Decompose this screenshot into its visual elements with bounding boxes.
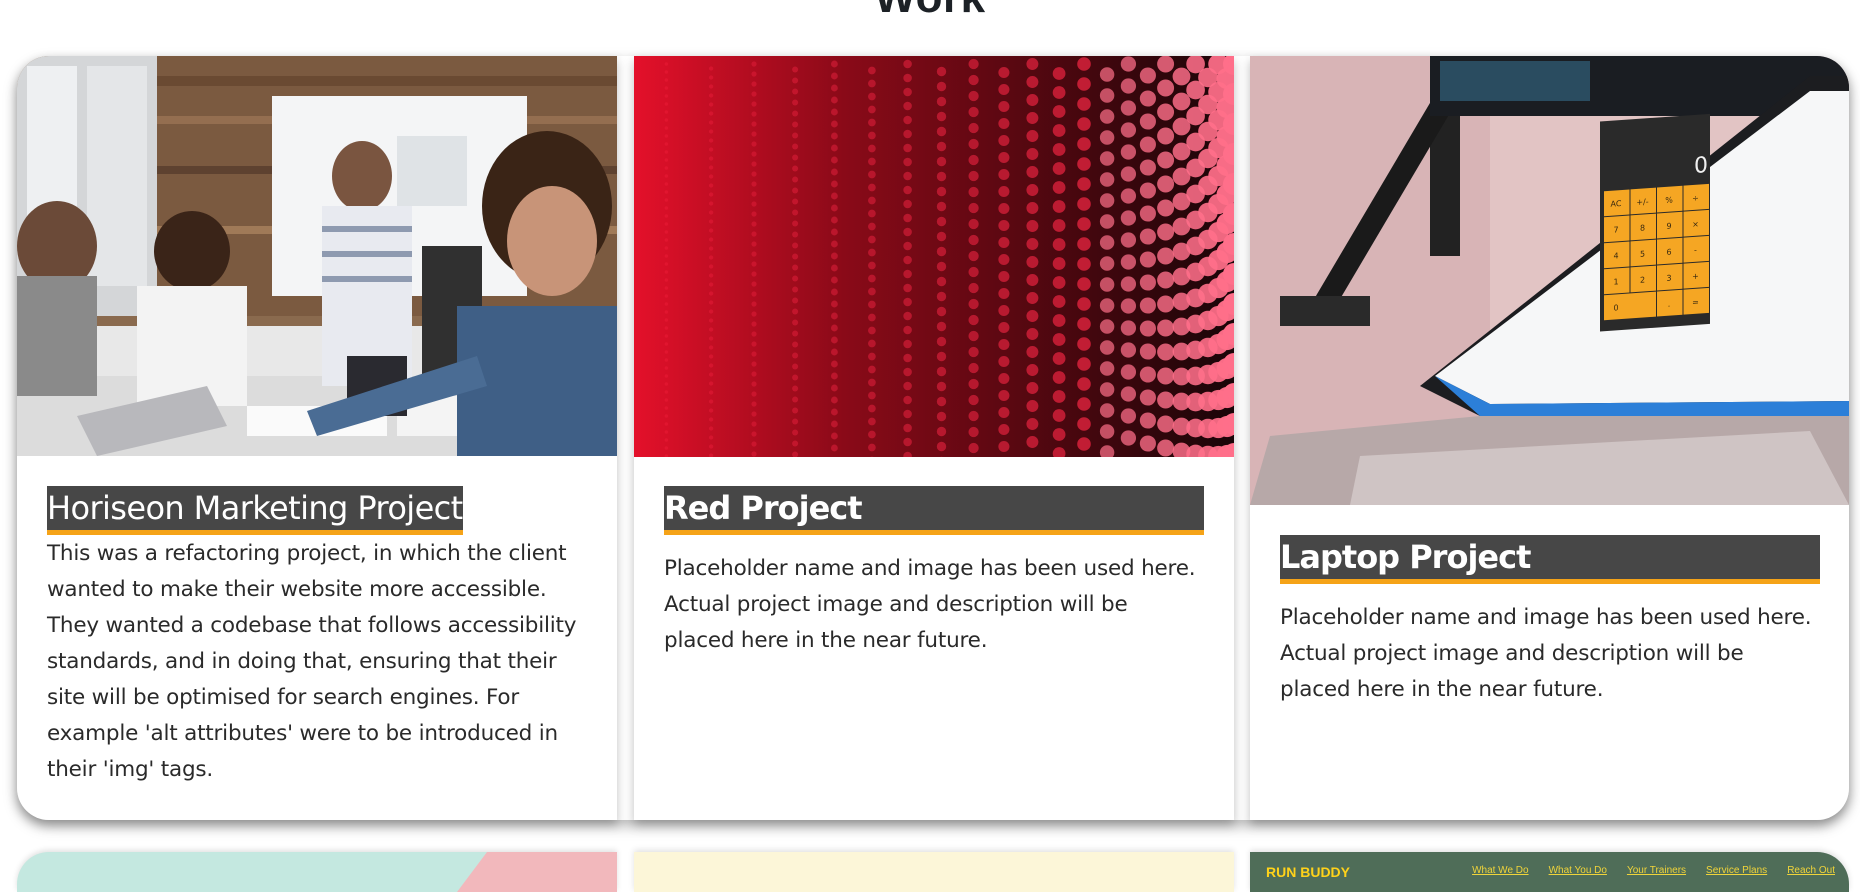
calculator-key-label: AC	[1611, 199, 1622, 209]
calculator-key-label: 0	[1613, 303, 1618, 312]
calculator-key-label: -	[1694, 246, 1697, 255]
project-card-horiseon[interactable]: Horiseon Marketing Project This was a re…	[17, 56, 617, 820]
calculator-key-label: 9	[1666, 222, 1671, 231]
run-buddy-nav-item: What We Do	[1472, 865, 1529, 876]
calculator-key-label: 1	[1613, 277, 1618, 286]
run-buddy-nav-item: Reach Out	[1787, 865, 1835, 876]
run-buddy-nav-item: Your Trainers	[1627, 865, 1686, 876]
calculator-key-label: 6	[1666, 248, 1671, 257]
section-title: Work	[0, 0, 1860, 23]
calculator-key	[1604, 292, 1656, 321]
project-card-red[interactable]: Red Project Placeholder name and image h…	[634, 56, 1234, 820]
calculator-key-label: ÷	[1692, 194, 1699, 203]
project-description: This was a refactoring project, in which…	[47, 536, 587, 788]
project-description: Placeholder name and image has been used…	[1280, 600, 1820, 708]
project-image-team-meeting[interactable]	[17, 56, 617, 456]
calculator-key-label: .	[1668, 300, 1671, 309]
calculator-key-label: =	[1692, 298, 1699, 307]
project-card-next-2[interactable]	[634, 852, 1234, 892]
project-card-run-buddy[interactable]: RUN BUDDY What We Do What You Do Your Tr…	[1250, 852, 1849, 892]
calculator-key-label: %	[1665, 195, 1673, 205]
calculator-key-label: 4	[1613, 251, 1618, 260]
project-card-laptop[interactable]: AC+/-%÷789×456-123+0.= 0 Laptop Project …	[1250, 56, 1849, 820]
calculator-display: 0	[1694, 153, 1708, 179]
calculator-key-label: 8	[1640, 223, 1645, 232]
project-image-laptop[interactable]: AC +/-% ÷ 7 8 9 × 4 5 6 - 1 2 3 +0. = 0	[1250, 56, 1849, 505]
calculator-key-label: +	[1692, 272, 1699, 281]
calculator-key-label: 5	[1640, 249, 1645, 258]
calculator-key-label: 3	[1666, 274, 1671, 283]
project-card-next-1[interactable]	[17, 852, 617, 892]
project-title[interactable]: Horiseon Marketing Project	[47, 486, 463, 535]
project-title[interactable]: Red Project	[664, 486, 1204, 535]
project-description: Placeholder name and image has been used…	[664, 551, 1204, 659]
run-buddy-nav: What We Do What You Do Your Trainers Ser…	[1472, 865, 1835, 876]
project-image-led-wall[interactable]	[634, 56, 1234, 457]
calculator-key-label: 7	[1613, 225, 1618, 234]
calculator-key-label: ×	[1692, 220, 1699, 229]
calculator-key-label: +/-	[1636, 197, 1648, 207]
calculator-key-label: 2	[1640, 275, 1645, 284]
run-buddy-brand: RUN BUDDY	[1266, 864, 1350, 880]
run-buddy-nav-item: Service Plans	[1706, 865, 1767, 876]
project-title[interactable]: Laptop Project	[1280, 535, 1820, 584]
run-buddy-nav-item: What You Do	[1549, 865, 1607, 876]
